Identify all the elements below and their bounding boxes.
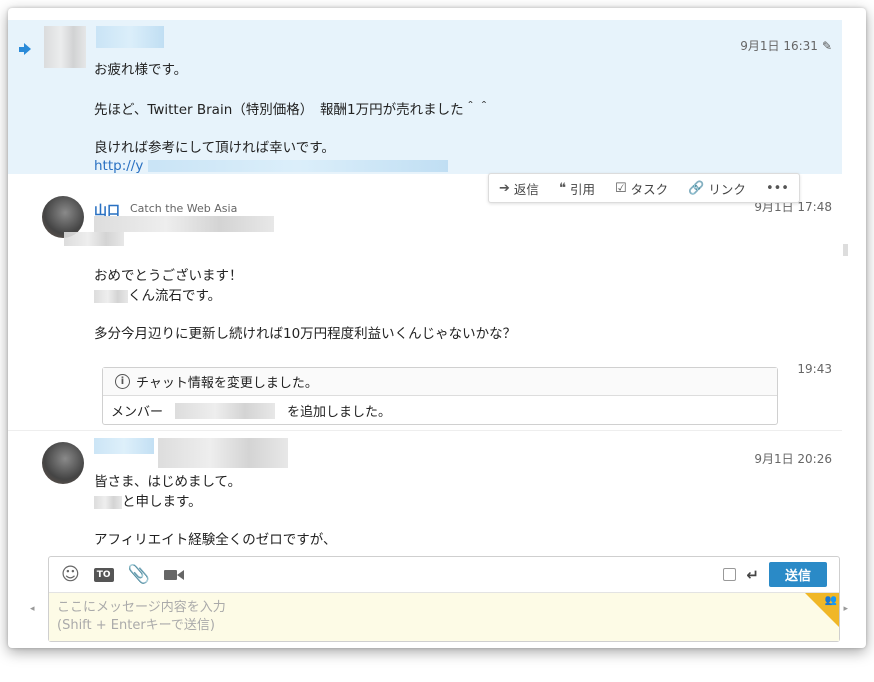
message-timestamp: 9月1日 16:31 ✎ bbox=[740, 39, 832, 53]
message-timestamp: 9月1日 20:26 bbox=[754, 452, 832, 466]
notice-timestamp: 19:43 bbox=[797, 362, 832, 376]
scrollbar[interactable] bbox=[843, 244, 848, 256]
sender-name-redacted bbox=[94, 438, 154, 454]
message-highlighted: 9月1日 16:31 ✎ お疲れ様です。 先ほど、Twitter Brain（特別… bbox=[8, 20, 842, 174]
to-icon[interactable]: TO bbox=[93, 567, 114, 582]
message-input-area: 👥 bbox=[49, 593, 839, 641]
redacted-text bbox=[158, 438, 288, 468]
message: 9月1日 20:26 皆さま、はじめまして。 と申します。 アフィリエイト経験全… bbox=[8, 432, 842, 548]
composer-toolbar: ☺ TO 📎 ↵ 送信 bbox=[49, 557, 839, 593]
video-icon[interactable] bbox=[163, 569, 184, 580]
message: 山口 Catch the Web Asia 9月1日 17:48 おめでとうござ… bbox=[8, 176, 842, 431]
redacted-member bbox=[175, 402, 276, 419]
quote-button[interactable]: ❝ 引用 bbox=[559, 179, 595, 198]
message-line: お疲れ様です。 bbox=[94, 62, 188, 78]
reply-icon: ➔ bbox=[499, 180, 510, 196]
link-button[interactable]: 🔗 リンク bbox=[688, 179, 746, 198]
system-notice-title: チャット情報を変更しました。 bbox=[136, 376, 318, 391]
composer-send-controls: ↵ 送信 bbox=[723, 562, 827, 587]
paperclip-icon[interactable]: 📎 bbox=[128, 564, 150, 585]
link-icon: 🔗 bbox=[688, 180, 705, 196]
more-button[interactable]: ••• bbox=[766, 181, 789, 196]
chat-window: 9月1日 16:31 ✎ お疲れ様です。 先ほど、Twitter Brain（特別… bbox=[8, 8, 866, 648]
message-line: 先ほど、Twitter Brain（特別価格） 報酬1万円が売れました＾＾ bbox=[94, 102, 491, 118]
quote-icon: ❝ bbox=[558, 180, 566, 196]
added-text: を追加しました。 bbox=[287, 405, 392, 420]
member-label: メンバー bbox=[111, 405, 164, 420]
redacted-text bbox=[64, 232, 124, 246]
return-icon: ↵ bbox=[746, 565, 759, 584]
scroll-right-icon[interactable]: ▸ bbox=[843, 604, 848, 614]
message-line: 皆さま、はじめまして。 bbox=[94, 474, 242, 490]
message-link[interactable]: http://y bbox=[94, 158, 448, 174]
sender-name-redacted bbox=[96, 26, 164, 48]
info-icon: i bbox=[115, 374, 130, 389]
message-line: くん流石です。 bbox=[94, 284, 221, 304]
message-composer: ☺ TO 📎 ↵ 送信 👥 bbox=[48, 556, 840, 642]
system-notice-box: i チャット情報を変更しました。 メンバー を追加しました。 bbox=[102, 367, 778, 425]
scroll-left-icon[interactable]: ◂ bbox=[30, 604, 35, 614]
task-icon: ☑ bbox=[615, 180, 627, 196]
message-line: アフィリエイト経験全くのゼロですが、 bbox=[94, 532, 337, 548]
message-action-bar: ➔ 返信 ❝ 引用 ☑ タスク 🔗 リンク ••• bbox=[488, 173, 800, 203]
sender-organization: Catch the Web Asia bbox=[130, 202, 238, 215]
message-line: おめでとうございます！ bbox=[94, 268, 243, 284]
more-icon: ••• bbox=[765, 180, 789, 196]
send-button[interactable]: 送信 bbox=[769, 562, 827, 587]
message-line: と申します。 bbox=[94, 490, 202, 510]
unread-arrow-icon bbox=[19, 43, 31, 55]
emoji-icon[interactable]: ☺ bbox=[61, 564, 80, 585]
task-button[interactable]: ☑ タスク bbox=[615, 179, 668, 198]
pencil-icon[interactable]: ✎ bbox=[822, 39, 832, 53]
avatar bbox=[42, 442, 84, 484]
enter-to-send-checkbox[interactable] bbox=[723, 568, 737, 581]
reply-button[interactable]: ➔ 返信 bbox=[499, 179, 539, 198]
redacted-text bbox=[94, 216, 274, 232]
system-notice-header: i チャット情報を変更しました。 bbox=[103, 368, 777, 396]
message-input[interactable] bbox=[49, 593, 839, 641]
avatar bbox=[44, 26, 86, 68]
system-notice-body: メンバー を追加しました。 bbox=[103, 396, 777, 425]
message-line: 多分今月辺りに更新し続ければ10万円程度利益いくんじゃないかな？ bbox=[94, 326, 517, 342]
message-line: 良ければ参考にして頂ければ幸いです。 bbox=[94, 140, 335, 156]
users-icon: 👥 bbox=[824, 595, 837, 606]
